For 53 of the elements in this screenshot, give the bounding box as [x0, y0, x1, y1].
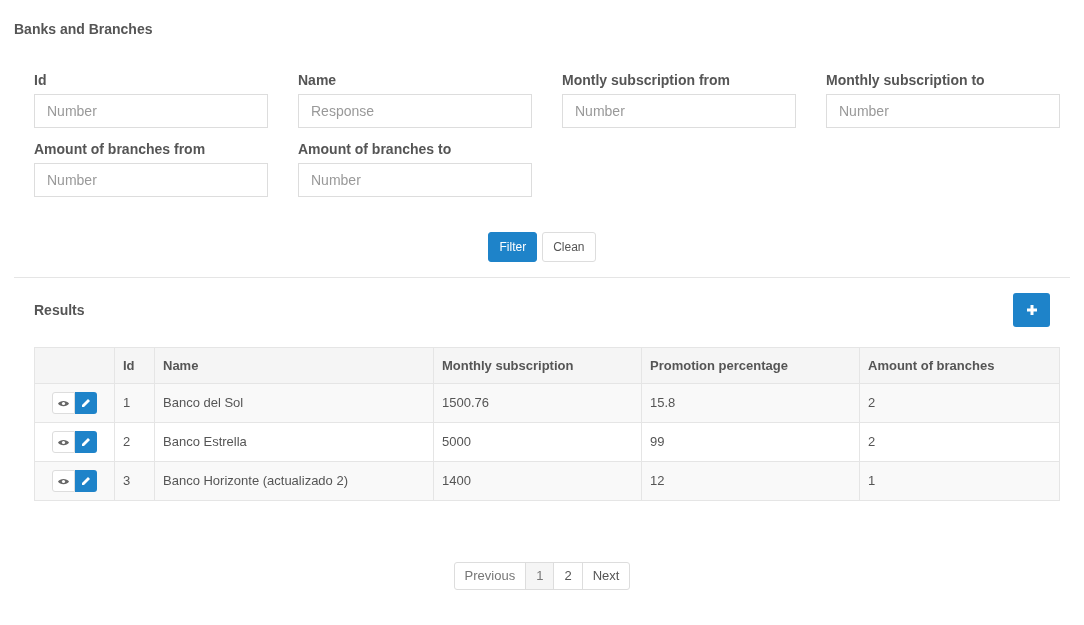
- field-label: Id: [34, 71, 48, 89]
- input-field[interactable]: Number: [298, 163, 532, 197]
- plus-icon: [1025, 304, 1038, 316]
- field-label: Amount of branches to: [298, 140, 453, 158]
- pencil-icon: [81, 437, 91, 447]
- column-header: Promotion percentage: [641, 347, 860, 384]
- eye-icon: [58, 438, 69, 446]
- field-label: Montly subscription from: [562, 71, 731, 89]
- edit-button[interactable]: [75, 431, 97, 453]
- edit-button[interactable]: [75, 392, 97, 414]
- page-title: Banks and Branches: [14, 20, 154, 39]
- pencil-icon: [81, 476, 91, 486]
- eye-icon: [58, 399, 69, 407]
- table-cell: 2: [114, 422, 155, 462]
- table-cell: 99: [641, 422, 860, 462]
- column-header: Amount of branches: [859, 347, 1060, 384]
- table-cell: 1500.76: [433, 383, 642, 423]
- input-field[interactable]: Number: [826, 94, 1060, 128]
- add-button[interactable]: [1013, 293, 1050, 327]
- input-field[interactable]: Response: [298, 94, 532, 128]
- page-button[interactable]: 1: [525, 563, 554, 589]
- input-field[interactable]: Number: [34, 94, 268, 128]
- table-cell: Banco Horizonte (actualizado 2): [154, 461, 434, 501]
- table-cell: 12: [641, 461, 860, 501]
- table-cell: 15.8: [641, 383, 860, 423]
- table-cell: 1: [114, 383, 155, 423]
- column-header: Name: [154, 347, 434, 384]
- results-title: Results: [34, 300, 85, 320]
- view-button[interactable]: [52, 470, 75, 492]
- table-cell: Banco Estrella: [154, 422, 434, 462]
- column-header: Monthly subscription: [433, 347, 642, 384]
- pencil-icon: [81, 398, 91, 408]
- table-cell: 5000: [433, 422, 642, 462]
- clean-button[interactable]: Clean: [542, 232, 596, 262]
- field-label: Name: [298, 71, 338, 89]
- table-cell: 1400: [433, 461, 642, 501]
- input-field[interactable]: Number: [562, 94, 796, 128]
- eye-icon: [58, 477, 69, 485]
- input-field[interactable]: Number: [34, 163, 268, 197]
- view-button[interactable]: [52, 431, 75, 453]
- field-label: Amount of branches from: [34, 140, 207, 158]
- table-cell: 1: [859, 461, 1060, 501]
- next-button[interactable]: Next: [581, 563, 630, 589]
- table-cell: 2: [859, 383, 1060, 423]
- table-cell: Banco del Sol: [154, 383, 434, 423]
- table-cell: 3: [114, 461, 155, 501]
- table-cell: 2: [859, 422, 1060, 462]
- view-button[interactable]: [52, 392, 75, 414]
- column-header: Id: [114, 347, 155, 384]
- filter-button[interactable]: Filter: [488, 232, 538, 262]
- previous-button[interactable]: Previous: [454, 563, 526, 589]
- field-label: Monthly subscription to: [826, 71, 986, 89]
- edit-button[interactable]: [75, 470, 97, 492]
